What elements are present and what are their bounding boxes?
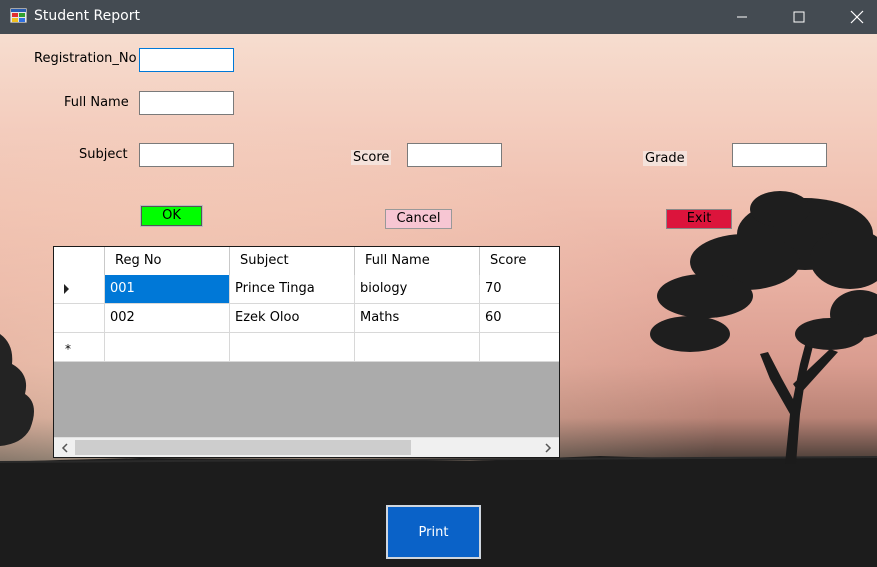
- grade-label: Grade: [643, 151, 687, 166]
- row-header[interactable]: [54, 304, 105, 333]
- close-icon: [850, 10, 864, 24]
- scroll-left-icon[interactable]: [58, 441, 72, 455]
- column-header-score[interactable]: Score: [480, 247, 559, 276]
- column-header-full-name[interactable]: Full Name: [355, 247, 480, 276]
- exit-button[interactable]: Exit: [666, 209, 732, 229]
- ok-button[interactable]: OK: [140, 205, 203, 227]
- column-header-reg-no[interactable]: Reg No: [105, 247, 230, 276]
- registration-input[interactable]: [139, 48, 234, 72]
- scrollbar-thumb[interactable]: [75, 440, 411, 455]
- title-bar[interactable]: Student Report: [0, 0, 877, 34]
- row-header[interactable]: [54, 275, 105, 304]
- minimize-button[interactable]: [719, 0, 765, 34]
- window-title: Student Report: [34, 8, 140, 24]
- table-row[interactable]: 001 Prince Tinga biology 70: [54, 275, 559, 304]
- minimize-icon: [737, 16, 747, 18]
- subject-label: Subject: [79, 147, 128, 162]
- grid-header-row: Reg No Subject Full Name Score: [54, 247, 559, 276]
- grid-cell[interactable]: 60: [480, 304, 559, 333]
- score-label: Score: [351, 150, 392, 165]
- print-button[interactable]: Print: [386, 505, 481, 559]
- grade-input[interactable]: [732, 143, 827, 167]
- close-button[interactable]: [834, 0, 877, 34]
- student-report-window: Student Report Registration_No Full Name…: [0, 0, 877, 567]
- grid-cell[interactable]: 70: [480, 275, 559, 304]
- grid-cell[interactable]: [355, 333, 480, 362]
- score-input[interactable]: [407, 143, 502, 167]
- maximize-icon: [793, 11, 805, 23]
- new-row-marker: *: [65, 342, 71, 356]
- registration-label: Registration_No: [34, 51, 137, 66]
- grid-cell[interactable]: 001: [105, 275, 230, 304]
- subject-input[interactable]: [139, 143, 234, 167]
- app-icon: [10, 8, 27, 23]
- grid-cell[interactable]: [230, 333, 355, 362]
- new-row[interactable]: *: [54, 333, 559, 362]
- fullname-label: Full Name: [64, 95, 129, 110]
- column-header-subject[interactable]: Subject: [230, 247, 355, 276]
- scroll-right-icon[interactable]: [541, 441, 555, 455]
- grid-cell[interactable]: Prince Tinga: [230, 275, 355, 304]
- maximize-button[interactable]: [776, 0, 822, 34]
- current-row-arrow-icon: [64, 284, 69, 294]
- grid-cell[interactable]: [105, 333, 230, 362]
- grid-cell[interactable]: biology: [355, 275, 480, 304]
- student-data-grid[interactable]: Reg No Subject Full Name Score 001 Princ…: [53, 246, 560, 458]
- grid-cell[interactable]: [480, 333, 559, 362]
- cancel-button[interactable]: Cancel: [385, 209, 452, 229]
- grid-cell[interactable]: Maths: [355, 304, 480, 333]
- fullname-input[interactable]: [139, 91, 234, 115]
- horizontal-scrollbar[interactable]: [54, 437, 559, 457]
- grid-cell[interactable]: 002: [105, 304, 230, 333]
- row-header-corner[interactable]: [54, 247, 105, 276]
- table-row[interactable]: 002 Ezek Oloo Maths 60: [54, 304, 559, 333]
- new-row-header[interactable]: *: [54, 333, 105, 362]
- grid-cell[interactable]: Ezek Oloo: [230, 304, 355, 333]
